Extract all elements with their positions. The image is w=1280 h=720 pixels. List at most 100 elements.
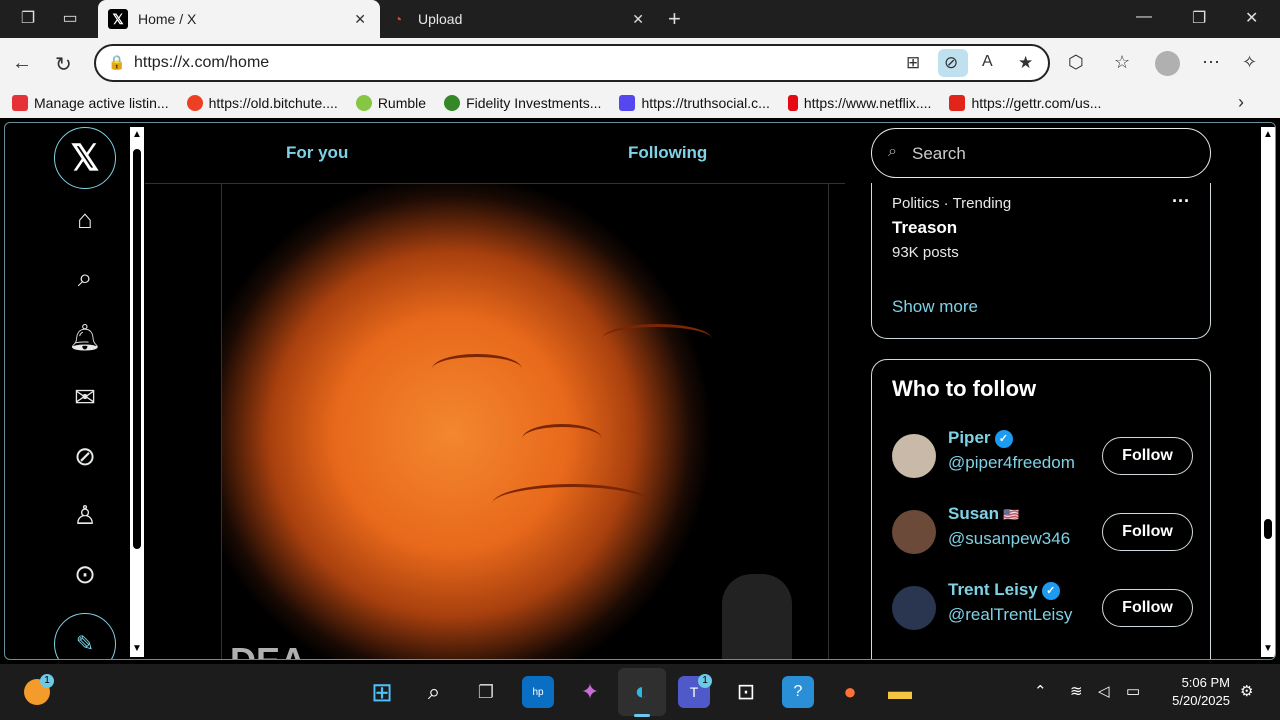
tab-following[interactable]: Following: [628, 143, 707, 163]
search-input[interactable]: ⌕ Search: [871, 128, 1211, 178]
scroll-down-icon[interactable]: ▼: [132, 643, 142, 654]
help-icon[interactable]: ?: [782, 676, 814, 708]
scrollbar-thumb[interactable]: [133, 149, 141, 549]
post-button[interactable]: ✎: [54, 613, 116, 659]
bookmark-netflix[interactable]: https://www.netflix....: [787, 95, 931, 111]
search-icon[interactable]: ⌕: [418, 676, 450, 708]
app-available-icon[interactable]: ⊞: [906, 53, 920, 73]
follow-button[interactable]: Follow: [1102, 437, 1193, 475]
myhp-icon[interactable]: hp: [522, 676, 554, 708]
bell-icon[interactable]: 🔔︎: [55, 307, 115, 367]
task-view-icon[interactable]: ❐: [470, 676, 502, 708]
read-aloud-icon[interactable]: A: [982, 53, 993, 71]
trend-category: Politics · Trending: [892, 195, 1012, 212]
avatar[interactable]: [892, 586, 936, 630]
feather-icon: ✎: [75, 631, 95, 656]
more-options-icon[interactable]: ···: [1172, 191, 1190, 212]
refresh-icon[interactable]: ↻: [55, 52, 72, 77]
user-handle[interactable]: @piper4freedom: [948, 453, 1075, 473]
scroll-up-icon[interactable]: ▲: [1263, 129, 1273, 140]
firefox-icon[interactable]: ●: [834, 676, 866, 708]
verified-badge-icon: ✓: [994, 430, 1013, 448]
home-icon[interactable]: ⌂: [55, 189, 115, 249]
workspaces-icon[interactable]: ❐: [18, 9, 38, 29]
tab-for-you[interactable]: For you: [286, 143, 348, 163]
bookmark-truthsocial[interactable]: https://truthsocial.c...: [619, 95, 770, 111]
chevron-up-icon[interactable]: ⌃: [1034, 682, 1047, 700]
user-name[interactable]: Trent Leisy ✓: [948, 580, 1060, 600]
profile-icon[interactable]: ♙: [55, 485, 115, 545]
scroll-down-icon[interactable]: ▼: [1263, 643, 1273, 654]
follow-suggestion[interactable]: Trent Leisy ✓ @realTrentLeisy Follow: [892, 580, 1202, 636]
mail-icon[interactable]: ✉: [55, 367, 115, 427]
close-window-icon[interactable]: ✕: [1245, 8, 1258, 28]
notifications-icon[interactable]: ⚙: [1240, 682, 1253, 700]
lock-icon[interactable]: 🔒: [108, 54, 125, 71]
wifi-icon[interactable]: ≋: [1070, 682, 1083, 700]
bookmark-fidelity[interactable]: Fidelity Investments...: [444, 95, 601, 111]
post-video[interactable]: DEA: [221, 184, 829, 659]
search-icon: ⌕: [888, 143, 897, 160]
battery-icon[interactable]: ▭: [1126, 682, 1140, 700]
maximize-icon[interactable]: ❐: [1192, 8, 1206, 28]
address-bar[interactable]: 🔒 https://x.com/home ⊞ ⊘ A ★: [94, 44, 1050, 82]
feed-tab-bar: For you Following: [145, 123, 845, 184]
chevron-right-icon[interactable]: ›: [1238, 92, 1244, 113]
close-tab-icon[interactable]: ✕: [632, 11, 644, 28]
tab-title: Upload: [418, 11, 463, 27]
avatar[interactable]: [892, 434, 936, 478]
edge-icon[interactable]: ◐: [626, 676, 658, 708]
follow-suggestion[interactable]: Susan 🇺🇸 @susanpew346 Follow: [892, 504, 1202, 560]
store-icon[interactable]: ⊡: [730, 676, 762, 708]
favorite-star-icon[interactable]: ★: [1018, 53, 1033, 73]
scrollbar-thumb[interactable]: [1264, 519, 1272, 539]
right-scrollbar[interactable]: ▲ ▼: [1261, 127, 1275, 657]
video-overlay-thumbnail: [722, 574, 792, 659]
favorites-icon[interactable]: ☆: [1114, 52, 1130, 73]
copilot-icon[interactable]: ✧: [1242, 52, 1257, 73]
scroll-up-icon[interactable]: ▲: [132, 129, 142, 140]
browser-titlebar: ❐ ▭ 𝕏 Home / X ✕ ◔ Upload ✕ + — ❐ ✕: [0, 0, 1280, 38]
avatar[interactable]: [892, 510, 936, 554]
minimize-icon[interactable]: —: [1136, 8, 1152, 26]
tab-actions-icon[interactable]: ▭: [60, 9, 80, 29]
url-text[interactable]: https://x.com/home: [134, 54, 269, 72]
user-name[interactable]: Susan 🇺🇸: [948, 504, 1019, 524]
new-tab-icon[interactable]: +: [668, 6, 681, 32]
extensions-icon[interactable]: ⬡: [1068, 52, 1084, 73]
netflix-icon: [787, 95, 798, 111]
user-name[interactable]: Piper ✓: [948, 428, 1013, 448]
close-tab-icon[interactable]: ✕: [354, 11, 366, 28]
bookmark-rumble[interactable]: Rumble: [355, 95, 426, 111]
bookmark-ebay[interactable]: Manage active listin...: [12, 95, 169, 111]
volume-icon[interactable]: ◁: [1098, 682, 1110, 700]
rumble-icon: [355, 95, 372, 111]
tab-home-x[interactable]: 𝕏 Home / X ✕: [98, 0, 380, 38]
search-icon[interactable]: ⌕: [55, 248, 115, 308]
follow-button[interactable]: Follow: [1102, 589, 1193, 627]
eye-off-icon: ⊘: [944, 53, 959, 72]
trend-title[interactable]: Treason: [892, 218, 957, 238]
profile-avatar[interactable]: [1155, 51, 1180, 76]
active-indicator: [634, 714, 650, 717]
tab-upload[interactable]: ◔ Upload ✕: [382, 0, 658, 38]
ebay-icon: [12, 95, 28, 111]
file-explorer-icon[interactable]: ▬: [884, 676, 916, 708]
user-handle[interactable]: @realTrentLeisy: [948, 605, 1072, 625]
bookmark-bitchute[interactable]: https://old.bitchute....: [186, 95, 338, 111]
bookmark-gettr[interactable]: https://gettr.com/us...: [949, 95, 1101, 111]
start-icon[interactable]: ⊞: [366, 676, 398, 708]
follow-button[interactable]: Follow: [1102, 513, 1193, 551]
x-logo-icon[interactable]: 𝕏: [54, 127, 116, 189]
follow-suggestion[interactable]: Piper ✓ @piper4freedom Follow: [892, 428, 1202, 484]
show-more-link[interactable]: Show more: [892, 297, 978, 317]
copilot-icon[interactable]: ✦: [574, 676, 606, 708]
system-clock[interactable]: 5:06 PM 5/20/2025: [1164, 674, 1230, 710]
grok-icon[interactable]: ⊘: [55, 426, 115, 486]
more-icon[interactable]: ⊙: [55, 544, 115, 604]
user-handle[interactable]: @susanpew346: [948, 529, 1070, 549]
settings-more-icon[interactable]: ⋯: [1202, 52, 1220, 73]
left-scrollbar[interactable]: ▲ ▼: [130, 127, 144, 657]
back-icon[interactable]: ←: [12, 52, 32, 75]
trend-count: 93K posts: [892, 244, 959, 261]
